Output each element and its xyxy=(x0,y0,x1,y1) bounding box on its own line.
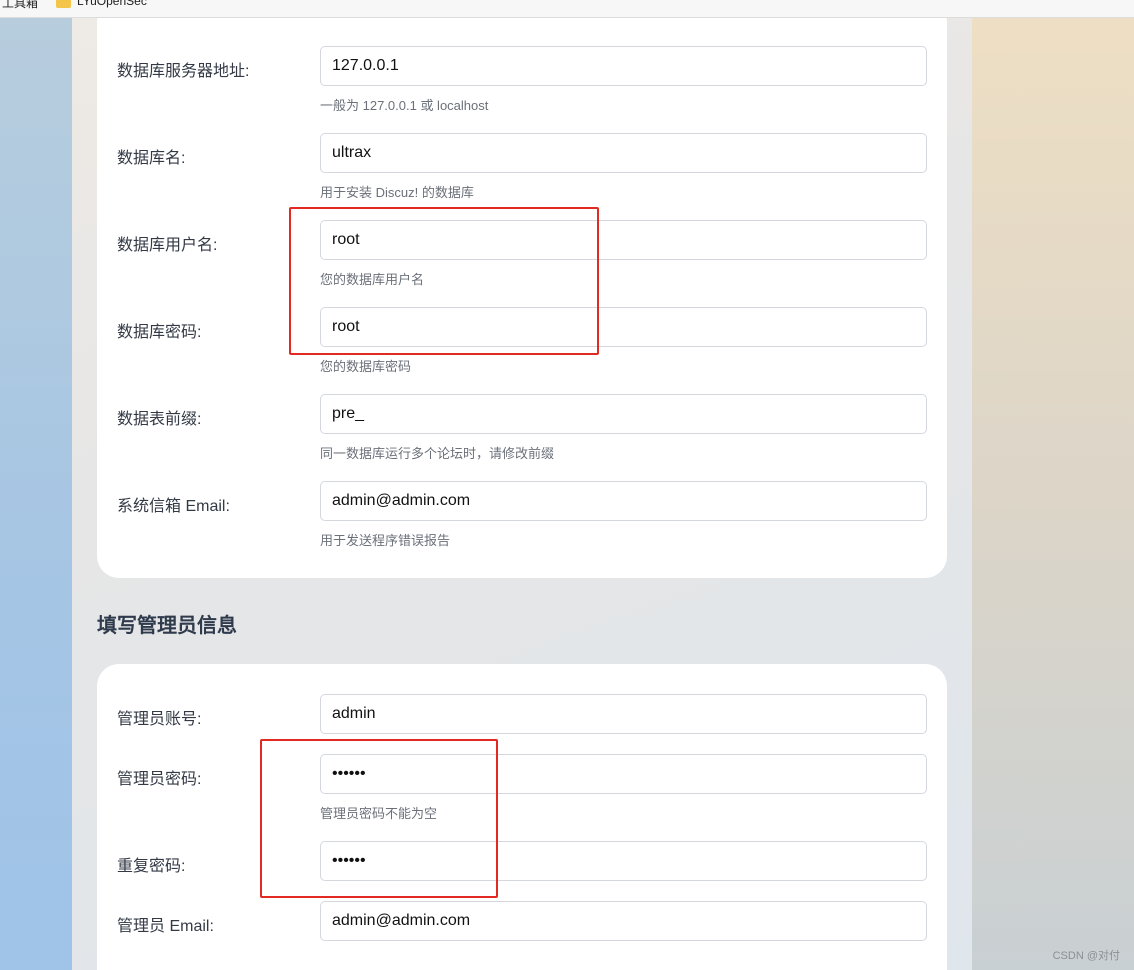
admin-password-label: 管理员密码: xyxy=(117,771,202,788)
admin-username-label: 管理员账号: xyxy=(117,711,202,728)
db-host-label: 数据库服务器地址: xyxy=(117,63,250,80)
table-prefix-input[interactable] xyxy=(320,394,927,434)
admin-section-title: 填写管理员信息 xyxy=(97,615,237,637)
bookmark-apps[interactable]: 工具箱 xyxy=(2,0,38,11)
folder-icon xyxy=(56,0,71,8)
system-email-hint: 用于发送程序错误报告 xyxy=(320,533,451,548)
bookmark-folder-label: LYuOpenSec xyxy=(77,0,147,8)
bookmarks-bar: 工具箱 LYuOpenSec xyxy=(0,0,1134,18)
db-user-label: 数据库用户名: xyxy=(117,237,218,254)
table-prefix-label: 数据表前缀: xyxy=(117,411,202,428)
left-background xyxy=(0,17,72,970)
db-user-hint: 您的数据库用户名 xyxy=(320,272,425,287)
db-password-hint: 您的数据库密码 xyxy=(320,359,412,374)
db-password-input[interactable] xyxy=(320,307,927,347)
system-email-input[interactable] xyxy=(320,481,927,521)
admin-password-input[interactable] xyxy=(320,754,927,794)
system-email-label: 系统信箱 Email: xyxy=(117,498,230,515)
db-host-input[interactable] xyxy=(320,46,927,86)
admin-email-input[interactable] xyxy=(320,901,927,941)
table-prefix-hint: 同一数据库运行多个论坛时，请修改前缀 xyxy=(320,446,555,461)
db-name-input[interactable] xyxy=(320,133,927,173)
db-name-label: 数据库名: xyxy=(117,150,186,167)
db-user-input[interactable] xyxy=(320,220,927,260)
admin-password-hint: 管理员密码不能为空 xyxy=(320,806,438,821)
bookmark-folder[interactable]: LYuOpenSec xyxy=(56,0,147,8)
admin-email-label: 管理员 Email: xyxy=(117,918,214,935)
db-name-hint: 用于安装 Discuz! 的数据库 xyxy=(320,185,474,200)
repeat-password-input[interactable] xyxy=(320,841,927,881)
watermark: CSDN @对付 xyxy=(1052,950,1120,962)
db-host-hint: 一般为 127.0.0.1 或 localhost xyxy=(320,98,489,113)
repeat-password-label: 重复密码: xyxy=(117,858,186,875)
admin-username-input[interactable] xyxy=(320,694,927,734)
db-password-label: 数据库密码: xyxy=(117,324,202,341)
right-background xyxy=(972,17,1134,970)
